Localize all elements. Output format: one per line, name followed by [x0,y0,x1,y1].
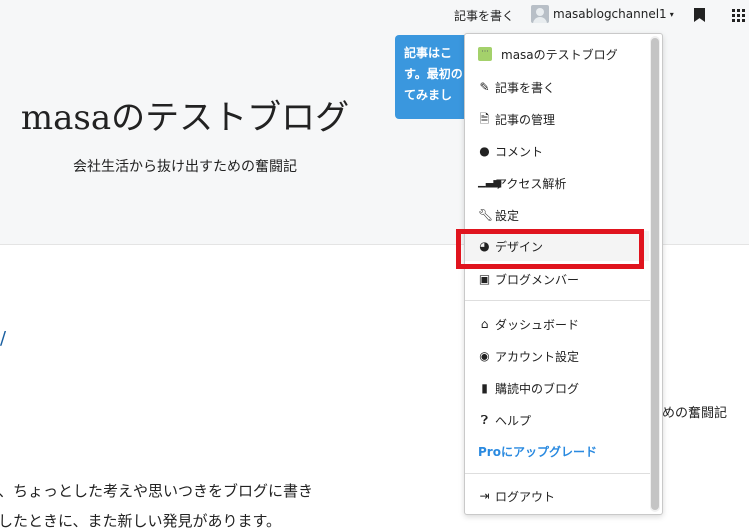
logout-icon: ⇥ [479,489,490,503]
onboarding-tooltip[interactable]: 記事はこ す。最初の てみまし [395,35,475,119]
user-circle-icon: ◉ [479,349,490,363]
menu-item-settings[interactable]: 🔧︎ 設定 [465,200,649,230]
menu-item-manage[interactable]: 🗎 記事の管理 [465,104,649,134]
menu-divider [465,473,651,474]
menu-item-subscriptions[interactable]: ▮ 購読中のブログ [465,373,649,403]
menu-item-account-settings[interactable]: ◉ アカウント設定 [465,341,649,371]
pencil-icon: ✎ [479,80,490,94]
entry-body-line: 、ちょっとした考えや思いつきをブログに書き [0,482,314,500]
blog-description: 会社生活から抜け出すための奮闘記 [73,159,297,175]
sidebar-description: めの奮闘記 [662,406,728,421]
write-article-link[interactable]: 記事を書く [454,7,514,24]
bookmark-icon[interactable] [694,8,705,22]
blog-icon: ··· [478,47,492,61]
comment-icon: ● [479,144,490,158]
highlight-annotation-box [456,229,644,269]
chevron-down-icon: ▾ [669,9,674,19]
upgrade-pro-link[interactable]: Proにアップグレード [465,436,649,466]
entry-body-line: したときに、また新しい発見があります。 [0,512,282,530]
wrench-icon: 🔧︎ [478,208,494,222]
menu-item-logout[interactable]: ⇥ ログアウト [465,481,649,511]
menu-item-comments[interactable]: ● コメント [465,136,649,166]
menu-item-blog[interactable]: ··· masaのテストブログ [465,39,649,69]
top-bar: 記事を書く masablogchannel1 ▾ [0,0,749,30]
dropdown-scrollbar[interactable] [650,36,660,512]
username: masablogchannel1 [553,7,667,21]
menu-item-analytics[interactable]: ▁▃▅ アクセス解析 [465,168,649,198]
question-icon: ❓︎ [480,413,489,427]
apps-grid-icon[interactable] [732,9,745,22]
menu-divider [465,300,651,301]
menu-item-help[interactable]: ❓︎ ヘルプ [465,405,649,435]
home-icon: ⌂ [480,317,489,331]
scrollbar-thumb[interactable] [651,38,659,510]
document-icon: 🗎 [479,112,490,126]
bookmark-icon: ▮ [481,381,488,395]
menu-item-dashboard[interactable]: ⌂ ダッシュボード [465,309,649,339]
member-icon: ▣ [478,272,491,286]
menu-item-write[interactable]: ✎ 記事を書く [465,72,649,102]
blog-title[interactable]: masaのテストブログ [0,90,370,139]
user-menu[interactable]: masablogchannel1 ▾ [531,4,674,24]
user-dropdown-menu: ··· masaのテストブログ ✎ 記事を書く 🗎 記事の管理 ● コメント ▁… [464,33,663,515]
bar-chart-icon: ▁▃▅ [478,177,502,188]
avatar [531,5,549,23]
entry-title-fragment: / [0,328,7,349]
